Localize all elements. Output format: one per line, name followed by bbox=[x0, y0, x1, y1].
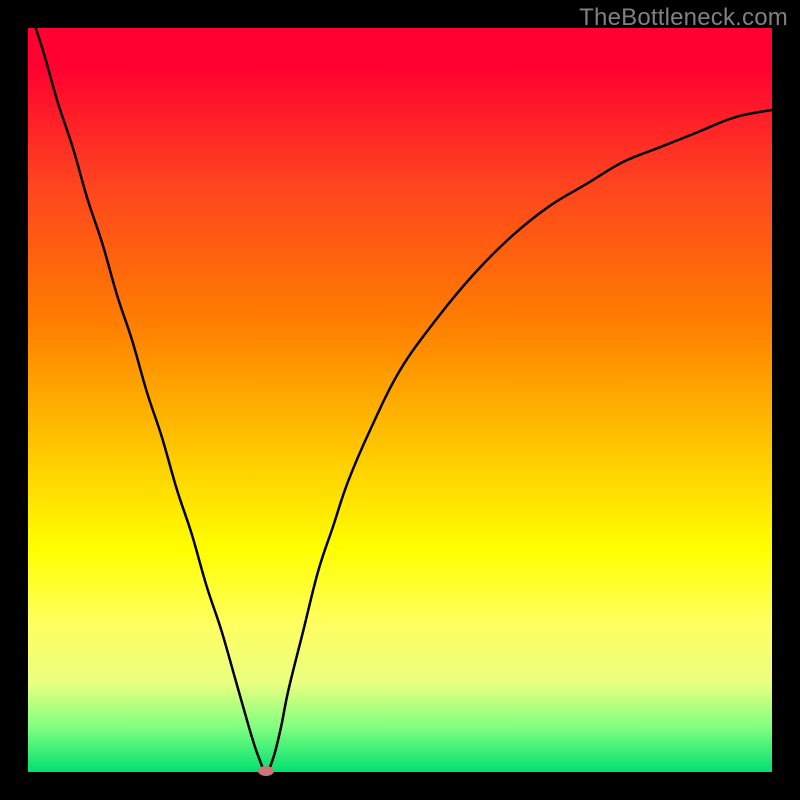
bottleneck-curve bbox=[28, 28, 772, 772]
minimum-marker bbox=[258, 766, 274, 776]
watermark-text: TheBottleneck.com bbox=[579, 4, 788, 32]
